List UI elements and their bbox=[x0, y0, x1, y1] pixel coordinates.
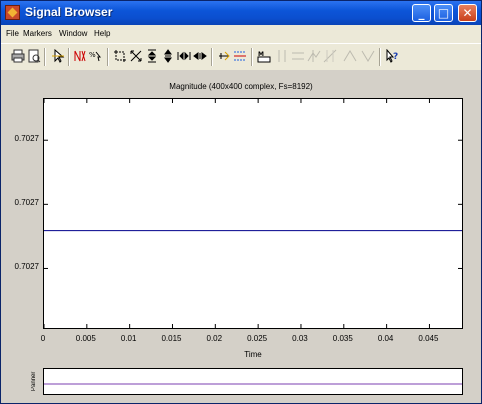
select-trace-button[interactable]: % bbox=[89, 49, 103, 63]
window-title: Signal Browser bbox=[25, 5, 113, 19]
zoom-x-out-button[interactable] bbox=[177, 49, 191, 63]
menu-help[interactable]: Help bbox=[94, 29, 110, 38]
valleys-button[interactable] bbox=[361, 49, 375, 63]
array-signals-icon bbox=[74, 50, 86, 62]
x-tick-label: 0 bbox=[40, 334, 46, 343]
plot-title: Magnitude (400x400 complex, Fs=8192) bbox=[169, 82, 313, 91]
menu-file[interactable]: File bbox=[6, 29, 19, 38]
toolbar: % M ? bbox=[1, 43, 481, 71]
x-tick-label: 0.005 bbox=[75, 334, 96, 343]
slope-markers-button[interactable] bbox=[323, 49, 337, 63]
horizontal-markers-button[interactable] bbox=[291, 49, 305, 63]
panner-svg bbox=[44, 383, 462, 385]
zoom-x-in-icon bbox=[193, 52, 207, 60]
title-bar[interactable]: Signal Browser _ □ ✕ bbox=[1, 1, 481, 25]
fit-all-button[interactable] bbox=[129, 49, 143, 63]
x-tick-label: 0.04 bbox=[377, 334, 394, 343]
pointer-select-icon bbox=[52, 49, 65, 63]
x-tick-label: 0.02 bbox=[206, 334, 223, 343]
main-plot-svg bbox=[44, 99, 462, 328]
slope-markers-icon bbox=[323, 49, 337, 63]
main-axes[interactable] bbox=[43, 98, 463, 329]
marker-table-button[interactable]: M bbox=[257, 49, 271, 63]
y-tick-label: 0.7027 bbox=[14, 134, 39, 144]
toolbar-separator bbox=[107, 48, 109, 66]
pointer-select-button[interactable] bbox=[51, 49, 65, 63]
svg-text:?: ? bbox=[393, 52, 398, 62]
zoom-y-out-button[interactable] bbox=[145, 49, 159, 63]
menu-markers[interactable]: Markers bbox=[23, 29, 52, 38]
y-tick-label: 0.7027 bbox=[14, 262, 39, 272]
vertical-markers-icon bbox=[278, 50, 286, 62]
x-tick-label: 0.015 bbox=[161, 334, 182, 343]
zoom-y-in-icon bbox=[164, 49, 172, 63]
x-tick-label: 0.045 bbox=[418, 334, 439, 343]
x-tick-label: 0.01 bbox=[120, 334, 137, 343]
close-icon: ✕ bbox=[462, 6, 473, 20]
matlab-app-icon bbox=[5, 5, 20, 20]
zoom-box-icon bbox=[114, 50, 126, 62]
marker-pointer-button[interactable] bbox=[217, 49, 231, 63]
close-button[interactable]: ✕ bbox=[458, 4, 477, 22]
zoom-y-in-button[interactable] bbox=[161, 49, 175, 63]
marker-settings-icon bbox=[234, 51, 246, 61]
panner-label: Panner bbox=[31, 371, 37, 391]
whats-this-help-button[interactable]: ? bbox=[385, 49, 399, 63]
x-axis-label: Time bbox=[244, 350, 262, 359]
menu-window[interactable]: Window bbox=[59, 29, 87, 38]
minimize-icon: _ bbox=[418, 6, 425, 20]
minimize-button[interactable]: _ bbox=[412, 4, 431, 22]
x-tick-label: 0.025 bbox=[247, 334, 268, 343]
panner[interactable] bbox=[43, 368, 463, 395]
toolbar-separator bbox=[251, 48, 253, 66]
whats-this-help-icon: ? bbox=[386, 49, 398, 63]
x-tick-label: 0.03 bbox=[292, 334, 308, 343]
print-preview-button[interactable] bbox=[27, 49, 41, 63]
track-markers-icon bbox=[307, 50, 321, 62]
horizontal-markers-icon bbox=[292, 52, 304, 60]
menu-bar: File Markers Window Help bbox=[1, 25, 481, 43]
signal-browser-window: Signal Browser _ □ ✕ File Markers Window… bbox=[0, 0, 482, 404]
peaks-icon bbox=[343, 50, 357, 62]
vertical-markers-button[interactable] bbox=[275, 49, 289, 63]
select-trace-icon: % bbox=[89, 51, 102, 62]
toolbar-separator bbox=[379, 48, 381, 66]
marker-pointer-icon bbox=[219, 51, 230, 61]
print-icon bbox=[11, 49, 25, 63]
toolbar-separator bbox=[44, 48, 46, 66]
peaks-button[interactable] bbox=[343, 49, 357, 63]
print-preview-icon bbox=[28, 49, 41, 63]
y-tick-label: 0.7027 bbox=[14, 198, 39, 208]
figure-area: Magnitude (400x400 complex, Fs=8192) 0.7… bbox=[1, 70, 481, 403]
maximize-icon: □ bbox=[437, 6, 450, 20]
zoom-x-in-button[interactable] bbox=[193, 49, 207, 63]
toolbar-separator bbox=[68, 48, 70, 66]
x-tick-label: 0.035 bbox=[332, 334, 353, 343]
valleys-icon bbox=[361, 50, 375, 62]
svg-text:%: % bbox=[89, 51, 96, 59]
fit-all-icon bbox=[130, 50, 142, 62]
maximize-button[interactable]: □ bbox=[434, 4, 453, 22]
marker-table-icon: M bbox=[257, 51, 271, 63]
zoom-x-out-icon bbox=[177, 51, 191, 61]
zoom-box-button[interactable] bbox=[113, 49, 127, 63]
track-markers-button[interactable] bbox=[307, 49, 321, 63]
array-signals-button[interactable] bbox=[73, 49, 87, 63]
print-button[interactable] bbox=[11, 49, 25, 63]
marker-settings-button[interactable] bbox=[233, 49, 247, 63]
toolbar-separator bbox=[211, 48, 213, 66]
zoom-y-out-icon bbox=[147, 49, 157, 63]
